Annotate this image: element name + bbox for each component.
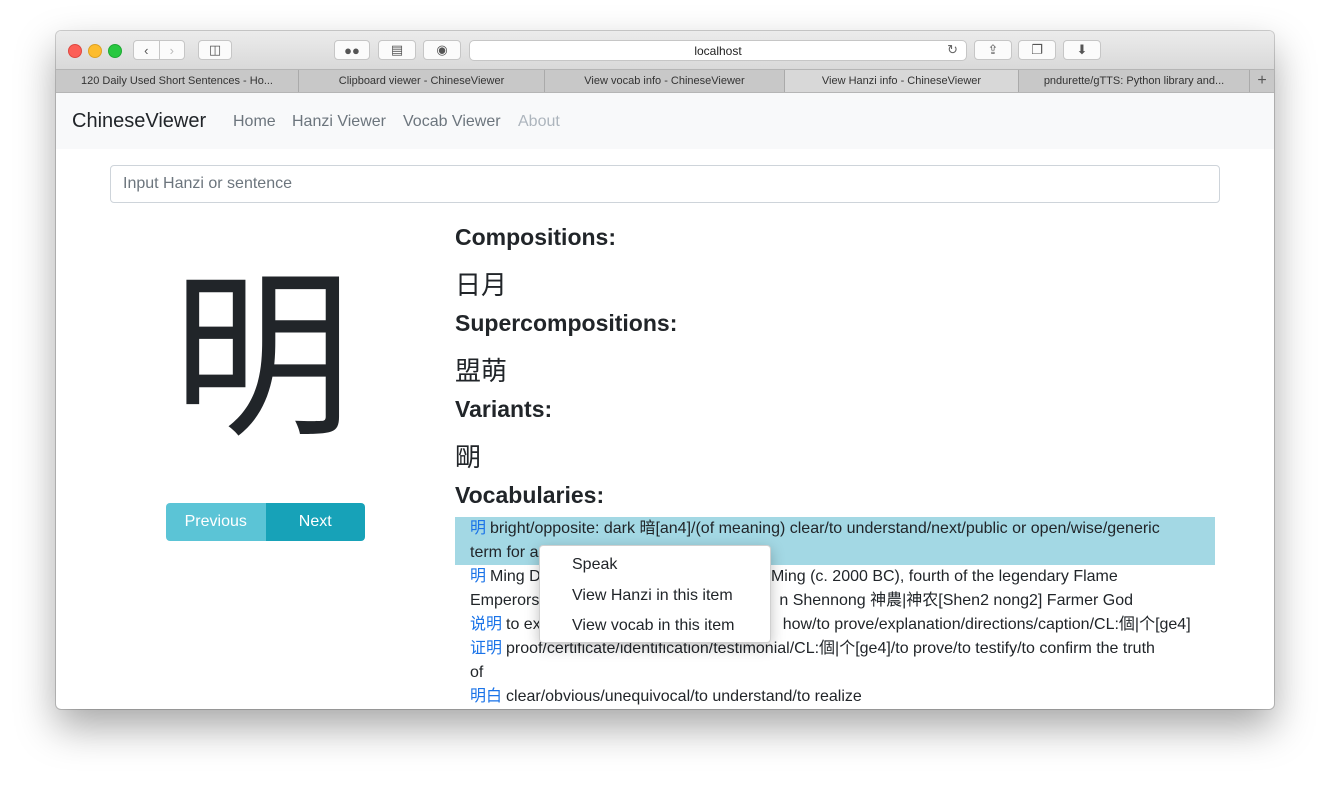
- clipboard-extension-icon[interactable]: ▤: [378, 40, 416, 60]
- vocab-definition: clear/obvious/unequivocal/to understand/…: [506, 688, 862, 705]
- brand-logo[interactable]: ChineseViewer: [72, 110, 206, 133]
- vocab-definition-cont: n Shennong 神農|神农[Shen2 nong2] Farmer God: [779, 592, 1134, 609]
- vocab-definition-cont: Emperors: [470, 592, 540, 609]
- variants-chars[interactable]: 朙: [455, 437, 481, 474]
- vocab-definition: Ming D: [490, 568, 541, 585]
- share-icon[interactable]: ⇪: [974, 40, 1012, 60]
- vocab-word[interactable]: 明: [470, 520, 486, 537]
- history-nav: ‹ ›: [133, 40, 185, 60]
- previous-button[interactable]: Previous: [166, 503, 266, 541]
- supercompositions-heading: Supercompositions:: [455, 310, 678, 336]
- close-window-button[interactable]: [68, 44, 82, 58]
- nav-about[interactable]: About: [518, 113, 560, 131]
- vocab-word[interactable]: 证明: [470, 640, 502, 657]
- downloads-icon[interactable]: ⬇: [1063, 40, 1101, 60]
- forward-arrow-icon[interactable]: ›: [158, 41, 185, 59]
- vocab-item[interactable]: 明白 clear/obvious/unequivocal/to understan…: [455, 685, 1215, 709]
- tab-bar: 120 Daily Used Short Sentences - Ho... C…: [56, 69, 1274, 93]
- supercompositions-chars[interactable]: 盟萌: [455, 351, 507, 388]
- tab-gtts[interactable]: pndurette/gTTS: Python library and...: [1019, 70, 1250, 92]
- variants-heading: Variants:: [455, 396, 553, 422]
- browser-toolbar: ‹ › ◫ ●● ▤ ◉ localhost ↻ ⇪ ❐ ⬇: [56, 31, 1274, 69]
- sidebar-toggle-icon[interactable]: ◫: [198, 40, 232, 60]
- vocab-definition-cont: ng/Ming (c. 2000 BC), fourth of the lege…: [748, 568, 1118, 585]
- hanzi-pager: Previous Next: [166, 503, 365, 541]
- maximize-window-button[interactable]: [108, 44, 122, 58]
- vocabularies-heading: Vocabularies:: [455, 482, 605, 508]
- tab-daily-sentences[interactable]: 120 Daily Used Short Sentences - Ho...: [56, 70, 299, 92]
- nav-hanzi-viewer[interactable]: Hanzi Viewer: [292, 113, 386, 131]
- vocab-definition: bright/opposite: dark 暗[an4]/(of meaning…: [490, 520, 1160, 537]
- site-navbar: ChineseViewer Home Hanzi Viewer Vocab Vi…: [56, 93, 1274, 149]
- vocab-word[interactable]: 明: [470, 568, 486, 585]
- nav-vocab-viewer[interactable]: Vocab Viewer: [403, 113, 501, 131]
- vocab-definition-cont: term for a: [470, 544, 539, 561]
- menu-item-view-hanzi[interactable]: View Hanzi in this item: [540, 581, 770, 612]
- back-arrow-icon[interactable]: ‹: [134, 41, 159, 59]
- vocab-word[interactable]: 说明: [470, 616, 502, 633]
- screenshot-extension-icon[interactable]: ◉: [423, 40, 461, 60]
- tab-clipboard-viewer[interactable]: Clipboard viewer - ChineseViewer: [299, 70, 545, 92]
- vocab-item[interactable]: 证明 proof/certificate/identification/testi…: [455, 637, 1215, 685]
- vocab-definition-cont: of: [470, 664, 484, 681]
- context-menu: Speak View Hanzi in this item View vocab…: [539, 545, 771, 643]
- address-bar[interactable]: localhost ↻: [469, 40, 967, 61]
- vocab-definition: to ex: [506, 616, 541, 633]
- new-tab-button[interactable]: +: [1250, 70, 1274, 92]
- tab-view-hanzi[interactable]: View Hanzi info - ChineseViewer: [785, 70, 1019, 92]
- compositions-chars[interactable]: 日月: [455, 265, 507, 302]
- current-hanzi: 明: [172, 254, 353, 463]
- extension-icon[interactable]: ●●: [334, 40, 370, 60]
- vocab-word[interactable]: 明白: [470, 688, 502, 705]
- menu-item-view-vocab[interactable]: View vocab in this item: [540, 611, 770, 642]
- tabs-overview-icon[interactable]: ❐: [1018, 40, 1056, 60]
- browser-window: ‹ › ◫ ●● ▤ ◉ localhost ↻ ⇪ ❐ ⬇ 120 Daily…: [56, 31, 1274, 709]
- next-button[interactable]: Next: [265, 503, 365, 541]
- url-text: localhost: [694, 43, 742, 58]
- menu-item-speak[interactable]: Speak: [540, 550, 770, 581]
- tab-view-vocab[interactable]: View vocab info - ChineseViewer: [545, 70, 785, 92]
- reload-icon[interactable]: ↻: [947, 42, 958, 58]
- hanzi-search-input[interactable]: [110, 165, 1220, 203]
- nav-home[interactable]: Home: [233, 113, 276, 131]
- vocab-definition-cont: how/to prove/explanation/directions/capt…: [782, 616, 1191, 633]
- compositions-heading: Compositions:: [455, 224, 616, 250]
- minimize-window-button[interactable]: [88, 44, 102, 58]
